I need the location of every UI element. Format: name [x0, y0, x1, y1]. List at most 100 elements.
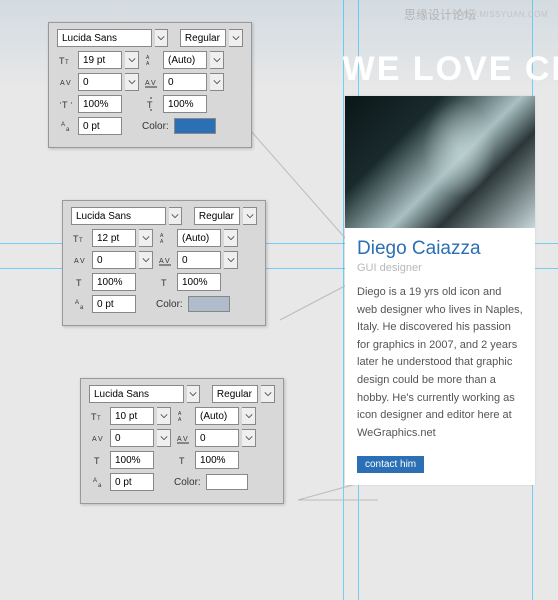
leading-icon: AA	[174, 407, 192, 425]
character-panel-3: Lucida Sans Regular TT 10 pt AA (Auto) A…	[80, 378, 284, 504]
tracking-dropdown[interactable]	[224, 251, 238, 269]
leading-dropdown[interactable]	[242, 407, 256, 425]
va-dropdown[interactable]	[125, 73, 139, 91]
svg-text:V: V	[80, 258, 85, 265]
svg-text:A: A	[178, 417, 182, 423]
font-family-field[interactable]: Lucida Sans	[89, 385, 184, 403]
baseline-field[interactable]: 0 pt	[78, 117, 122, 135]
va-icon: AV	[57, 73, 75, 91]
vscale-field[interactable]: 100%	[177, 273, 221, 291]
font-size-icon: TT	[57, 51, 75, 69]
color-label: Color:	[174, 477, 203, 488]
svg-text:a: a	[66, 127, 70, 133]
svg-text:A: A	[159, 258, 164, 265]
svg-text:V: V	[98, 436, 103, 443]
svg-text:T: T	[62, 100, 68, 110]
font-style-field[interactable]: Regular	[180, 29, 227, 47]
leading-dropdown[interactable]	[210, 51, 224, 69]
color-swatch[interactable]	[188, 296, 230, 312]
svg-text:V: V	[151, 80, 156, 87]
font-style-dropdown[interactable]	[261, 385, 275, 403]
vscale-field[interactable]: 100%	[195, 451, 239, 469]
font-size-field[interactable]: 12 pt	[92, 229, 136, 247]
svg-text:T: T	[94, 456, 100, 466]
vscale-field[interactable]: 100%	[163, 95, 207, 113]
profile-role: GUI designer	[357, 262, 523, 274]
svg-text:T: T	[76, 278, 82, 288]
font-size-icon: TT	[89, 407, 107, 425]
svg-text:V: V	[66, 80, 71, 87]
svg-text:a: a	[98, 483, 102, 489]
tracking-icon: AV	[156, 251, 174, 269]
font-size-field[interactable]: 10 pt	[110, 407, 154, 425]
font-family-dropdown[interactable]	[169, 207, 183, 225]
hscale-field[interactable]: 100%	[110, 451, 154, 469]
svg-text:A: A	[177, 436, 182, 443]
leading-field[interactable]: (Auto)	[177, 229, 221, 247]
color-swatch[interactable]	[174, 118, 216, 134]
tracking-field[interactable]: 0	[195, 429, 239, 447]
hscale-field[interactable]: 100%	[78, 95, 122, 113]
va-icon: AV	[89, 429, 107, 447]
baseline-field[interactable]: 0 pt	[92, 295, 136, 313]
character-panel-2: Lucida Sans Regular TT 12 pt AA (Auto) A…	[62, 200, 266, 326]
vscale-icon: T	[156, 273, 174, 291]
character-panel-1: Lucida Sans Regular TT 19 pt AA (Auto) A…	[48, 22, 252, 148]
va-field[interactable]: 0	[92, 251, 136, 269]
font-style-field[interactable]: Regular	[212, 385, 259, 403]
tracking-dropdown[interactable]	[242, 429, 256, 447]
svg-text:T: T	[161, 278, 167, 288]
svg-text:A: A	[60, 80, 65, 87]
va-field[interactable]: 0	[110, 429, 154, 447]
tracking-field[interactable]: 0	[163, 73, 207, 91]
leading-field[interactable]: (Auto)	[163, 51, 207, 69]
leading-field[interactable]: (Auto)	[195, 407, 239, 425]
color-label: Color:	[142, 121, 171, 132]
font-size-dropdown[interactable]	[157, 407, 171, 425]
profile-card: Diego Caiazza GUI designer Diego is a 19…	[345, 96, 535, 485]
tracking-dropdown[interactable]	[210, 73, 224, 91]
baseline-icon: Aa	[57, 117, 75, 135]
hscale-icon: T	[71, 273, 89, 291]
tracking-field[interactable]: 0	[177, 251, 221, 269]
font-size-icon: TT	[71, 229, 89, 247]
font-size-dropdown[interactable]	[139, 229, 153, 247]
svg-text:A: A	[146, 61, 150, 67]
hscale-field[interactable]: 100%	[92, 273, 136, 291]
svg-text:A: A	[75, 300, 79, 306]
svg-text:a: a	[80, 305, 84, 311]
font-family-field[interactable]: Lucida Sans	[71, 207, 166, 225]
va-icon: AV	[71, 251, 89, 269]
font-family-dropdown[interactable]	[155, 29, 169, 47]
contact-button[interactable]: contact him	[357, 456, 424, 473]
baseline-field[interactable]: 0 pt	[110, 473, 154, 491]
font-family-field[interactable]: Lucida Sans	[57, 29, 152, 47]
profile-name: Diego Caiazza	[357, 238, 523, 260]
svg-text:A: A	[93, 478, 97, 484]
font-style-field[interactable]: Regular	[194, 207, 241, 225]
font-size-dropdown[interactable]	[125, 51, 139, 69]
font-size-field[interactable]: 19 pt	[78, 51, 122, 69]
svg-text:V: V	[183, 436, 188, 443]
baseline-icon: Aa	[71, 295, 89, 313]
svg-text:T: T	[179, 456, 185, 466]
va-dropdown[interactable]	[157, 429, 171, 447]
vscale-icon: T	[174, 451, 192, 469]
va-dropdown[interactable]	[139, 251, 153, 269]
font-style-dropdown[interactable]	[229, 29, 243, 47]
svg-text:A: A	[61, 122, 65, 128]
leading-dropdown[interactable]	[224, 229, 238, 247]
vscale-icon: T	[142, 95, 160, 113]
hscale-icon: T	[89, 451, 107, 469]
svg-text:V: V	[165, 258, 170, 265]
font-family-dropdown[interactable]	[187, 385, 201, 403]
color-swatch[interactable]	[206, 474, 248, 490]
svg-text:A: A	[74, 258, 79, 265]
profile-photo	[345, 96, 535, 228]
leading-icon: AA	[142, 51, 160, 69]
va-field[interactable]: 0	[78, 73, 122, 91]
font-style-dropdown[interactable]	[243, 207, 257, 225]
tracking-icon: AV	[174, 429, 192, 447]
svg-text:A: A	[160, 239, 164, 245]
tracking-icon: AV	[142, 73, 160, 91]
